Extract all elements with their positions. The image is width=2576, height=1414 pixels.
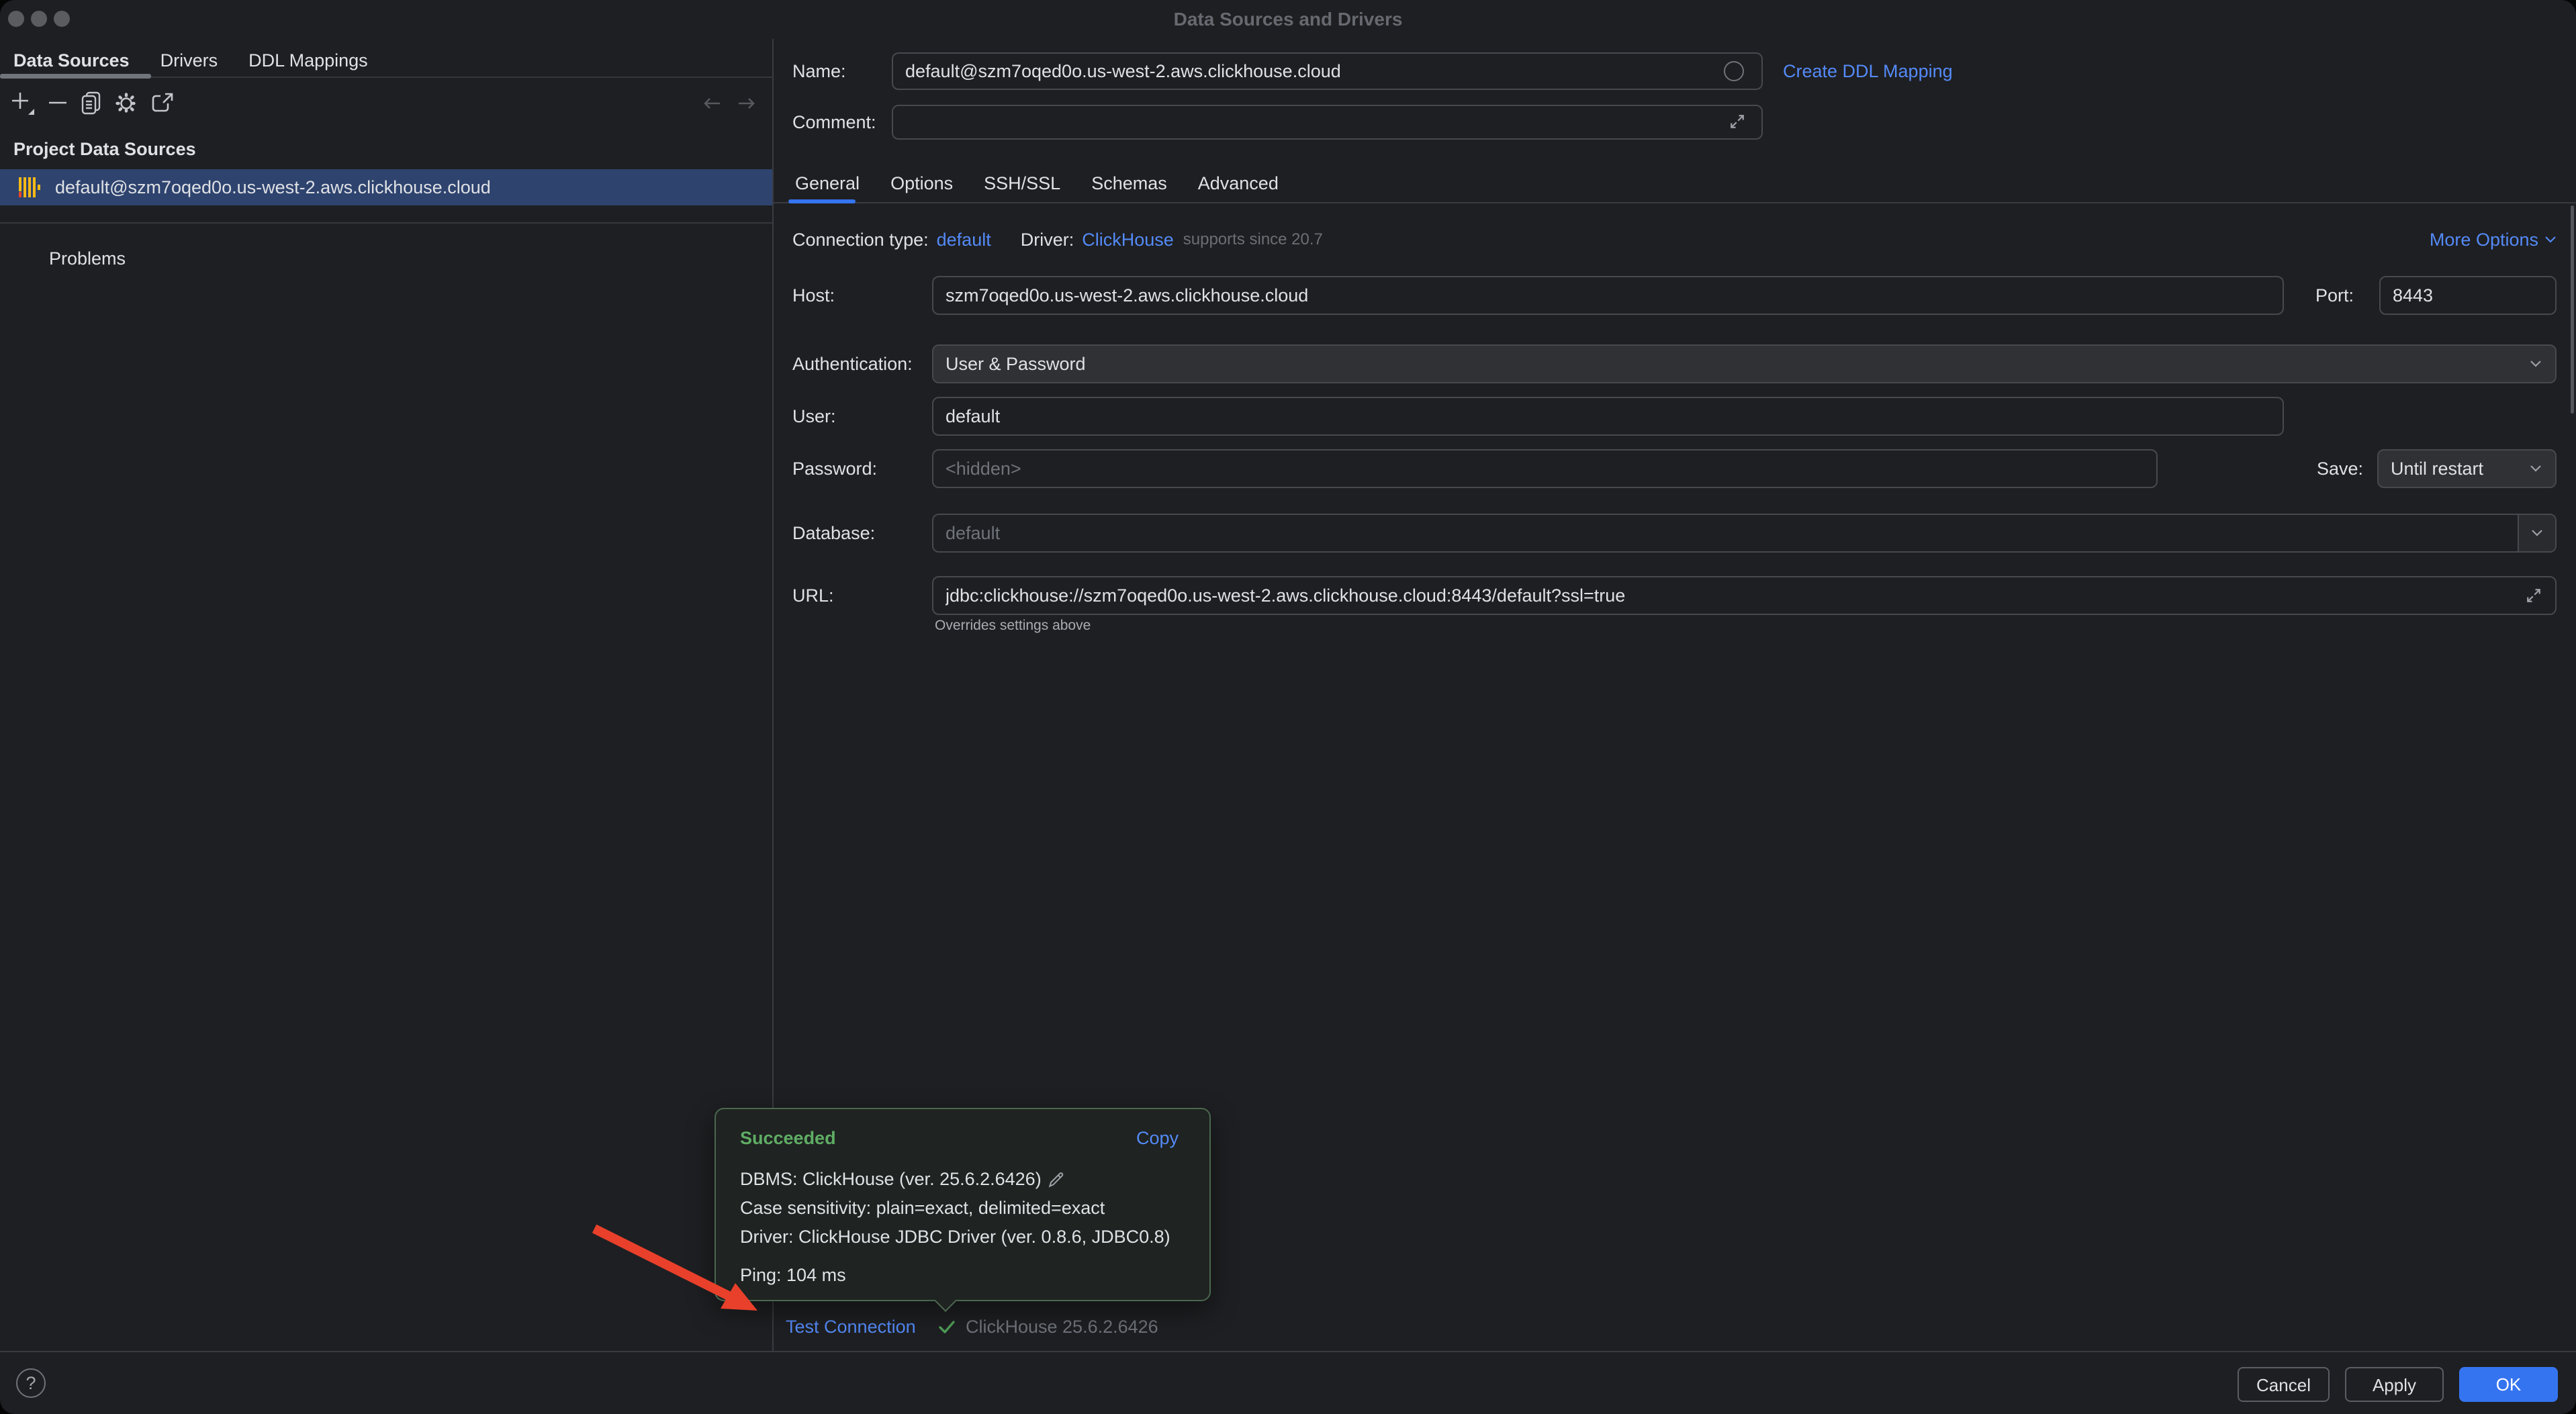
sidebar-tab-bar: Data Sources Drivers DDL Mappings [13, 47, 368, 74]
data-source-list-item-selected[interactable]: default@szm7oqed0o.us-west-2.aws.clickho… [0, 169, 772, 205]
problems-divider [0, 222, 772, 224]
gear-icon [118, 95, 134, 111]
duplicate-icon [83, 93, 99, 113]
settings-tabs-divider [773, 202, 2576, 203]
scrollbar-thumb[interactable] [2571, 205, 2574, 414]
dropdown-corner-icon [28, 109, 34, 115]
comment-input[interactable] [892, 105, 1763, 140]
port-input[interactable] [2379, 276, 2557, 315]
edit-pencil-icon[interactable] [1047, 1170, 1066, 1189]
user-input[interactable] [932, 397, 2284, 436]
url-label: URL: [792, 576, 834, 615]
database-dropdown-button[interactable] [2518, 515, 2555, 551]
url-input[interactable] [932, 576, 2557, 615]
chevron-down-icon [2528, 359, 2543, 369]
tab-ddl-mappings[interactable]: DDL Mappings [248, 47, 368, 74]
url-note: Overrides settings above [935, 618, 1091, 634]
copy-link[interactable]: Copy [1136, 1128, 1179, 1149]
popup-status: Succeeded [740, 1128, 836, 1149]
driver-value-link[interactable]: ClickHouse [1082, 227, 1174, 252]
save-label: Save: [2317, 449, 2363, 488]
name-input[interactable] [892, 52, 1763, 90]
chevron-down-icon [2530, 528, 2544, 538]
connection-state-indicator [1724, 61, 1744, 81]
add-data-source-button[interactable] [9, 90, 36, 117]
connection-type-value-link[interactable]: default [937, 227, 991, 252]
popup-ping: Ping: 104 ms [740, 1265, 1179, 1286]
authentication-value: User & Password [946, 354, 2528, 375]
tab-advanced[interactable]: Advanced [1198, 169, 1279, 197]
host-input[interactable] [932, 276, 2284, 315]
driver-support-note: supports since 20.7 [1183, 227, 1323, 252]
clickhouse-icon [17, 175, 42, 199]
popup-dbms-line: DBMS: ClickHouse (ver. 25.6.2.6426) [740, 1165, 1042, 1194]
authentication-select[interactable]: User & Password [932, 344, 2557, 383]
ok-button[interactable]: OK [2459, 1367, 2558, 1402]
more-options-link[interactable]: More Options [2430, 227, 2557, 252]
export-icon [153, 94, 172, 111]
cancel-button[interactable]: Cancel [2238, 1367, 2330, 1402]
popup-notch [934, 1289, 957, 1312]
tab-data-sources[interactable]: Data Sources [13, 47, 130, 74]
data-source-settings-button[interactable] [113, 90, 140, 117]
driver-label: Driver: [1021, 227, 1074, 252]
test-connection-result: ClickHouse 25.6.2.6426 [966, 1314, 1158, 1339]
connection-type-label: Connection type: [792, 227, 929, 252]
footer-divider [0, 1351, 2576, 1352]
port-label: Port: [2315, 276, 2354, 315]
connection-type-row: Connection type: default Driver: ClickHo… [792, 227, 1323, 252]
password-input[interactable] [932, 449, 2158, 488]
create-ddl-mapping-link[interactable]: Create DDL Mapping [1783, 59, 1953, 83]
arrow-left-icon [705, 99, 720, 108]
user-label: User: [792, 397, 836, 436]
project-data-sources-header: Project Data Sources [13, 137, 196, 161]
test-connection-link[interactable]: Test Connection [786, 1314, 916, 1339]
database-value: default [946, 523, 2518, 544]
help-button[interactable]: ? [16, 1368, 46, 1398]
remove-data-source-button[interactable] [44, 90, 71, 117]
back-button[interactable] [697, 90, 727, 117]
data-sources-dialog: Data Sources and Drivers Data Sources Dr… [0, 0, 2576, 1414]
tab-drivers[interactable]: Drivers [160, 47, 218, 74]
problems-item[interactable]: Problems [49, 246, 126, 271]
help-question-icon: ? [26, 1373, 36, 1393]
expand-url-icon[interactable] [2524, 585, 2544, 606]
forward-button[interactable] [732, 90, 762, 117]
tab-general[interactable]: General [795, 169, 860, 197]
settings-tab-bar: General Options SSH/SSL Schemas Advanced [795, 169, 1279, 197]
chevron-down-icon [2528, 464, 2543, 473]
host-label: Host: [792, 276, 835, 315]
tab-ssh-ssl[interactable]: SSH/SSL [984, 169, 1060, 197]
plus-icon [12, 93, 28, 109]
comment-label: Comment: [792, 105, 876, 140]
active-tab-underline [788, 199, 856, 203]
tab-schemas[interactable]: Schemas [1091, 169, 1167, 197]
password-save-value: Until restart [2391, 459, 2528, 479]
authentication-label: Authentication: [792, 344, 913, 383]
sidebar-active-tab-underline [0, 74, 151, 79]
password-save-select[interactable]: Until restart [2377, 449, 2557, 488]
apply-button[interactable]: Apply [2345, 1367, 2444, 1402]
success-check-icon [936, 1316, 958, 1337]
database-combobox[interactable]: default [932, 514, 2557, 553]
password-label: Password: [792, 449, 877, 488]
export-data-source-button[interactable] [149, 90, 176, 117]
test-connection-popup: Succeeded Copy DBMS: ClickHouse (ver. 25… [715, 1108, 1211, 1301]
popup-driver-line: Driver: ClickHouse JDBC Driver (ver. 0.8… [740, 1223, 1170, 1252]
chevron-down-icon [2544, 235, 2557, 244]
database-label: Database: [792, 514, 875, 553]
popup-case-line: Case sensitivity: plain=exact, delimited… [740, 1194, 1105, 1223]
data-source-name: default@szm7oqed0o.us-west-2.aws.clickho… [55, 177, 491, 198]
arrow-right-icon [739, 99, 753, 108]
window-title: Data Sources and Drivers [0, 9, 2576, 30]
tab-options[interactable]: Options [890, 169, 953, 197]
duplicate-data-source-button[interactable] [78, 90, 105, 117]
name-label: Name: [792, 52, 846, 90]
expand-comment-icon[interactable] [1727, 111, 1747, 132]
